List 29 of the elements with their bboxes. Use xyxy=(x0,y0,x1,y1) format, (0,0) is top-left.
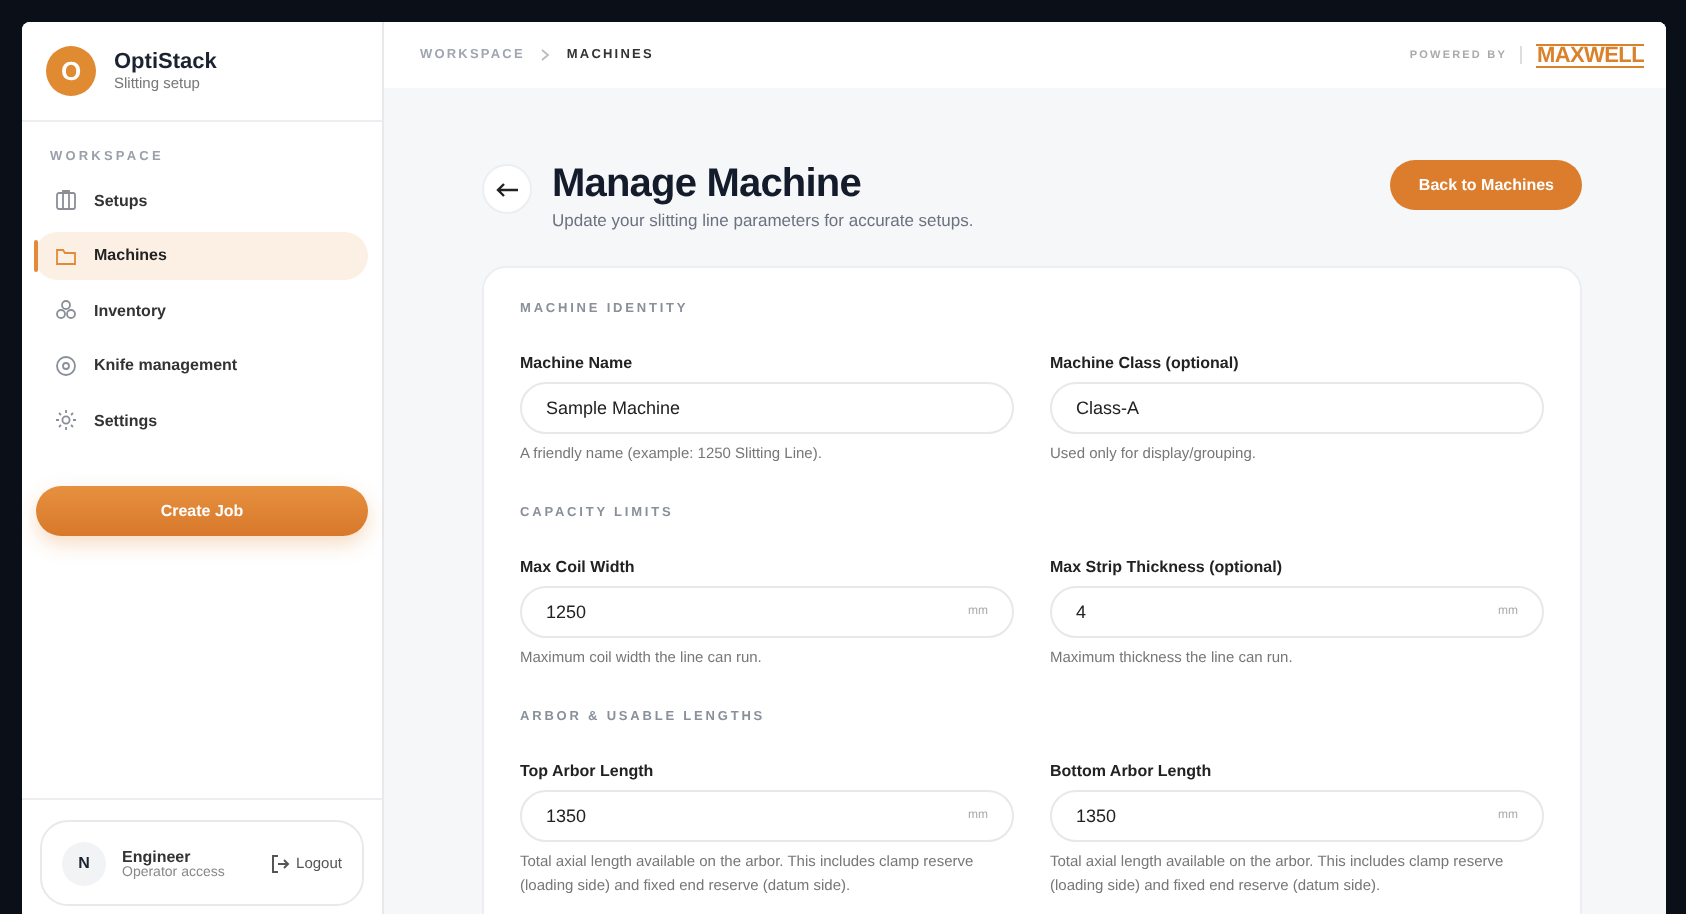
back-button[interactable] xyxy=(482,164,532,214)
maxwell-logo: MAXWELL xyxy=(1536,43,1644,67)
back-arrow-icon xyxy=(495,181,519,197)
briefcase-icon xyxy=(54,188,78,212)
chevron-icon xyxy=(540,48,551,62)
logout-icon xyxy=(270,853,291,873)
brand-logo: O xyxy=(46,46,96,96)
field-label: Machine Class (optional) xyxy=(1050,354,1241,372)
app-name: OptiStack xyxy=(114,50,217,74)
field-label: Max Coil Width xyxy=(520,558,637,576)
folder-icon xyxy=(54,243,78,267)
user-name: Engineer xyxy=(122,847,193,865)
input-field[interactable]: Class-A xyxy=(1050,382,1544,434)
nav-item[interactable]: Inventory xyxy=(34,286,368,334)
nav-item[interactable]: Setups xyxy=(34,176,368,224)
nav-item[interactable]: Settings xyxy=(34,396,368,444)
field-label: Bottom Arbor Length xyxy=(1050,762,1214,780)
input-field[interactable]: Sample Machine xyxy=(520,382,1014,434)
page-title: Manage Machine xyxy=(552,160,863,208)
user-avatar: N xyxy=(62,841,106,885)
target-icon xyxy=(54,353,78,377)
field-label: Max Strip Thickness (optional) xyxy=(1050,558,1285,576)
settings-icon xyxy=(54,408,78,432)
nav-item[interactable]: Machines xyxy=(34,231,368,279)
field-label: Top Arbor Length xyxy=(520,762,656,780)
field-label: Machine Name xyxy=(520,354,635,372)
circles-icon xyxy=(54,298,78,322)
page-subtitle: Update your slitting line parameters for accurate setups. xyxy=(552,210,976,230)
nav-item[interactable]: Knife management xyxy=(34,341,368,389)
